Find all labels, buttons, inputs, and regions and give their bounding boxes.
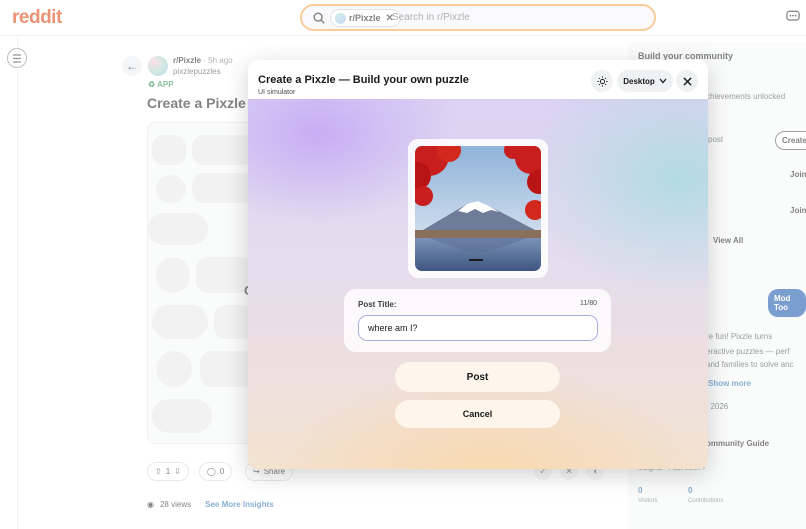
sun-icon[interactable] <box>591 70 613 92</box>
device-select[interactable]: Desktop <box>617 70 673 92</box>
create-pixzle-modal: Create a Pixzle — Build your own puzzle … <box>248 60 708 469</box>
device-select-value: Desktop <box>623 76 655 86</box>
modal-header: Create a Pixzle — Build your own puzzle … <box>248 60 708 99</box>
char-count: 11/80 <box>580 300 597 307</box>
post-button[interactable]: Post <box>395 362 560 392</box>
modal-title: Create a Pixzle — Build your own puzzle <box>258 74 469 86</box>
close-icon[interactable] <box>676 70 698 92</box>
simulator-canvas: Post Title: 11/80 Post Cancel <box>248 99 708 469</box>
modal-subtitle: UI simulator <box>258 89 296 96</box>
post-title-label: Post Title: <box>358 300 397 309</box>
mount-fuji-image <box>415 146 541 271</box>
cancel-button[interactable]: Cancel <box>395 400 560 428</box>
chevron-down-icon <box>659 78 667 84</box>
post-title-input[interactable] <box>358 315 598 341</box>
puzzle-image-card[interactable] <box>408 139 548 278</box>
post-title-card: Post Title: 11/80 <box>344 289 611 352</box>
